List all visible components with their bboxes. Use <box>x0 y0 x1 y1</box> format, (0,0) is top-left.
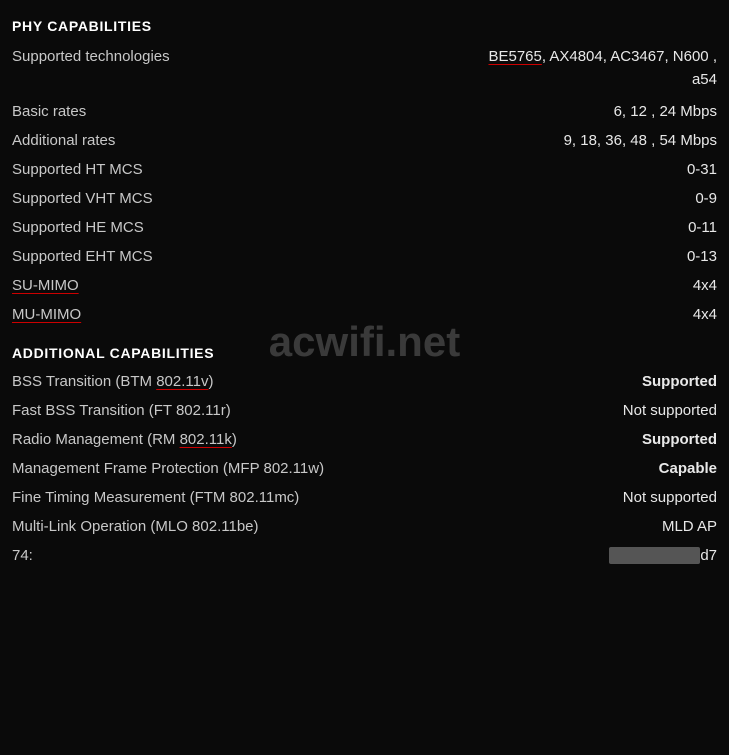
page-container: acwifi.net PHY CAPABILITIES Supported te… <box>12 8 717 570</box>
value-radio-mgmt: Supported <box>642 431 717 448</box>
phy-section: PHY CAPABILITIES Supported technologies … <box>12 8 717 329</box>
label-eht-mcs: Supported EHT MCS <box>12 248 153 265</box>
label-ftm: Fine Timing Measurement (FTM 802.11mc) <box>12 489 299 506</box>
d7-value: d7 <box>700 547 717 564</box>
label-supported-tech: Supported technologies <box>12 48 170 65</box>
row-mu-mimo: MU-MIMO 4x4 <box>12 300 717 329</box>
phy-header: PHY CAPABILITIES <box>12 8 717 40</box>
row-additional-rates: Additional rates 9, 18, 36, 48 , 54 Mbps <box>12 126 717 155</box>
label-vht-mcs: Supported VHT MCS <box>12 190 153 207</box>
label-he-mcs: Supported HE MCS <box>12 219 144 236</box>
value-mfp: Capable <box>659 460 717 477</box>
row-basic-rates: Basic rates 6, 12 , 24 Mbps <box>12 97 717 126</box>
additional-section: ADDITIONAL CAPABILITIES BSS Transition (… <box>12 335 717 570</box>
value-he-mcs: 0-11 <box>688 219 717 236</box>
row-ht-mcs: Supported HT MCS 0-31 <box>12 155 717 184</box>
value-fast-bss: Not supported <box>623 402 717 419</box>
row-he-mcs: Supported HE MCS 0-11 <box>12 213 717 242</box>
label-mfp: Management Frame Protection (MFP 802.11w… <box>12 460 324 477</box>
value-ftm: Not supported <box>623 489 717 506</box>
label-su-mimo: SU-MIMO <box>12 277 79 294</box>
label-radio-mgmt: Radio Management (RM 802.11k) <box>12 431 237 448</box>
row-vht-mcs: Supported VHT MCS 0-9 <box>12 184 717 213</box>
label-additional-rates: Additional rates <box>12 132 115 149</box>
value-su-mimo: 4x4 <box>693 277 717 294</box>
value-ht-mcs: 0-31 <box>687 161 717 178</box>
censored-value <box>609 547 700 564</box>
label-basic-rates: Basic rates <box>12 103 86 120</box>
additional-header: ADDITIONAL CAPABILITIES <box>12 335 717 367</box>
tech-rest2: a54 <box>692 71 717 88</box>
value-last: d7 <box>609 547 717 564</box>
row-last: 74: d7 <box>12 541 717 570</box>
value-additional-rates: 9, 18, 36, 48 , 54 Mbps <box>564 132 717 149</box>
row-eht-mcs: Supported EHT MCS 0-13 <box>12 242 717 271</box>
row-mlo: Multi-Link Operation (MLO 802.11be) MLD … <box>12 512 717 541</box>
label-mlo: Multi-Link Operation (MLO 802.11be) <box>12 518 259 535</box>
value-vht-mcs: 0-9 <box>695 190 717 207</box>
row-su-mimo: SU-MIMO 4x4 <box>12 271 717 300</box>
label-last: 74: <box>12 547 33 564</box>
value-mlo: MLD AP <box>662 518 717 535</box>
label-ht-mcs: Supported HT MCS <box>12 161 143 178</box>
row-bss-transition: BSS Transition (BTM 802.11v) Supported <box>12 367 717 396</box>
value-basic-rates: 6, 12 , 24 Mbps <box>614 103 717 120</box>
label-fast-bss: Fast BSS Transition (FT 802.11r) <box>12 402 231 419</box>
tech-rest1: , AX4804, AC3467, N600 , <box>542 48 717 65</box>
label-bss-transition: BSS Transition (BTM 802.11v) <box>12 373 213 390</box>
row-fast-bss: Fast BSS Transition (FT 802.11r) Not sup… <box>12 396 717 425</box>
value-mu-mimo: 4x4 <box>693 306 717 323</box>
row-ftm: Fine Timing Measurement (FTM 802.11mc) N… <box>12 483 717 512</box>
row-radio-mgmt: Radio Management (RM 802.11k) Supported <box>12 425 717 454</box>
label-mu-mimo: MU-MIMO <box>12 306 81 323</box>
value-eht-mcs: 0-13 <box>687 248 717 265</box>
be5765-value: BE5765 <box>488 48 541 65</box>
row-supported-tech: Supported technologies BE5765, AX4804, A… <box>12 40 717 97</box>
value-bss-transition: Supported <box>642 373 717 390</box>
value-supported-tech: BE5765, AX4804, AC3467, N600 , a54 <box>488 46 717 91</box>
row-mfp: Management Frame Protection (MFP 802.11w… <box>12 454 717 483</box>
